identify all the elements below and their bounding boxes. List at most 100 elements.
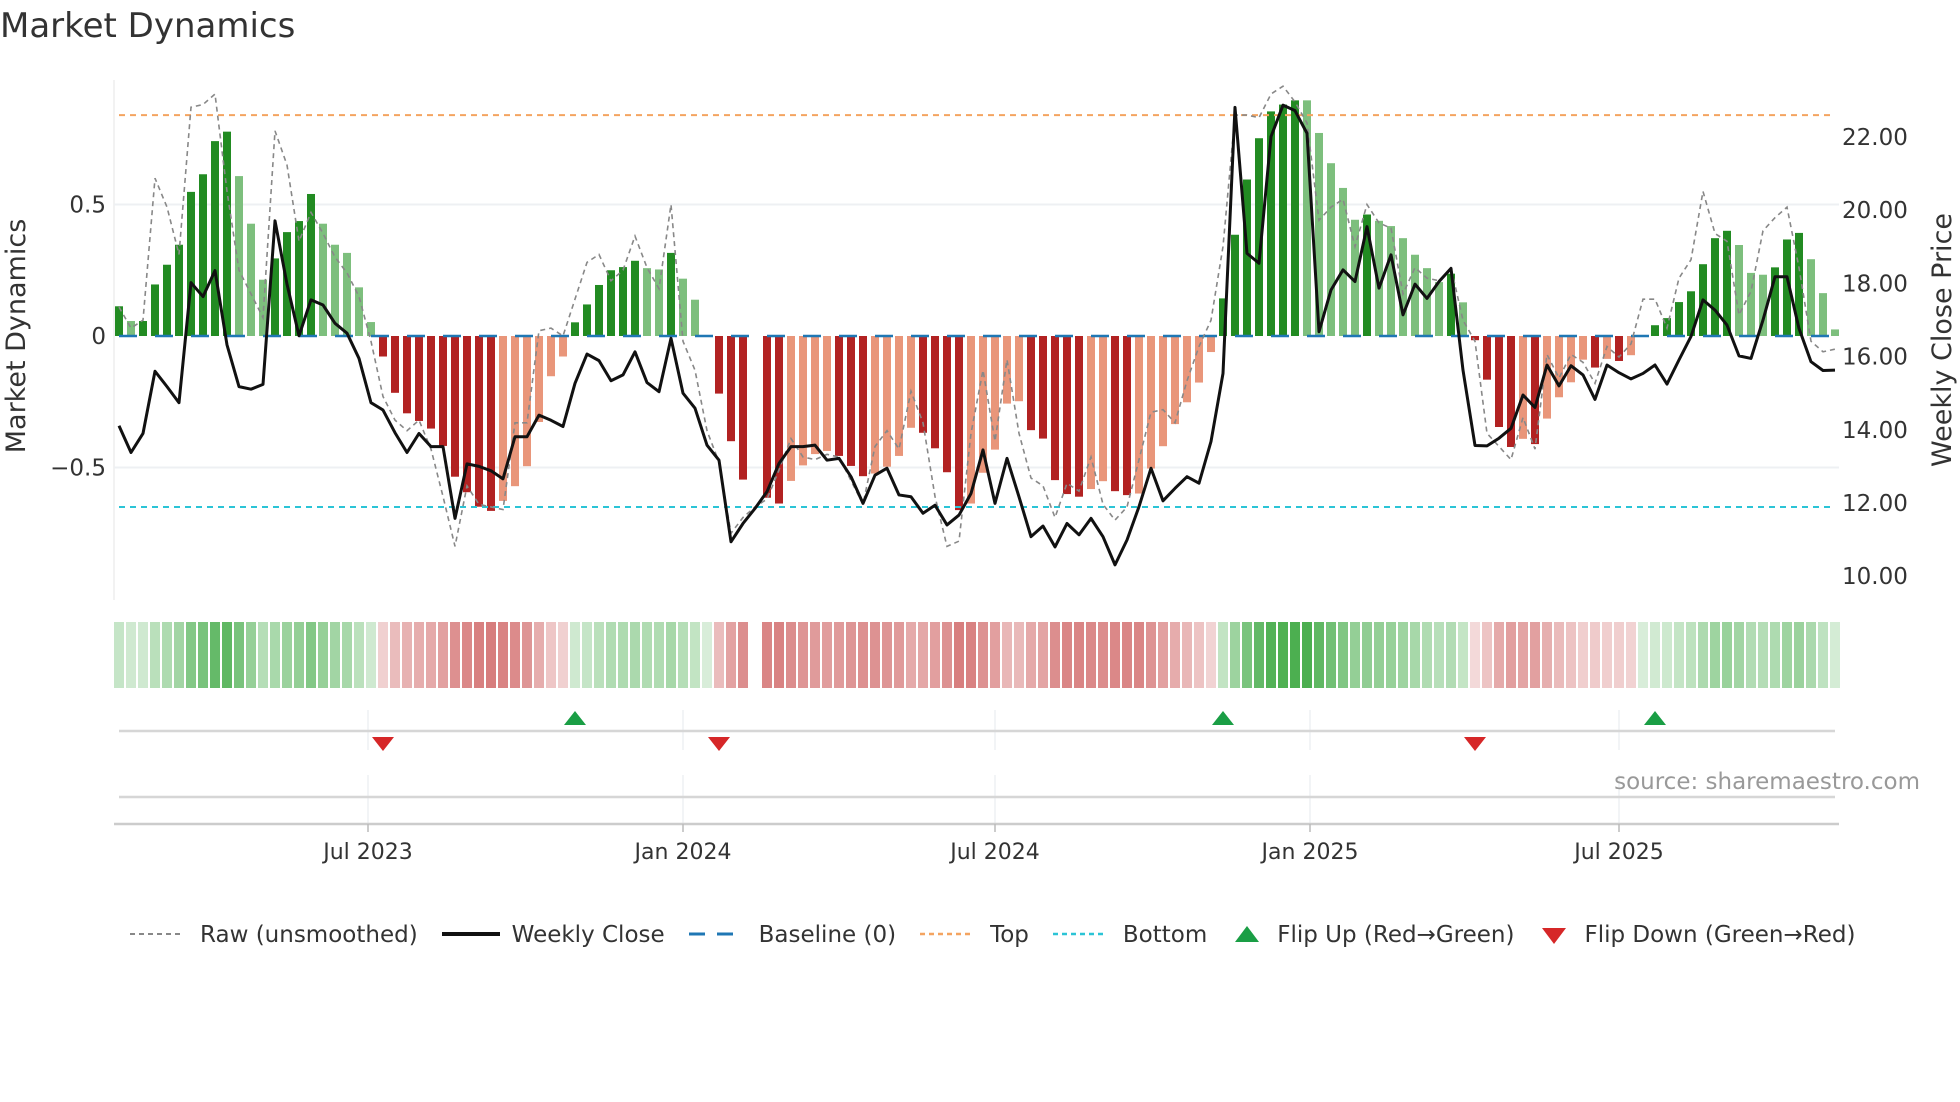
heat-cell	[942, 622, 952, 688]
legend-swatch-bottom-icon	[1052, 932, 1107, 936]
heat-cell	[138, 622, 148, 688]
right-tick-label: 16.00	[1842, 345, 1908, 371]
legend-item-down: Flip Down (Green→Red)	[1536, 922, 1855, 948]
flip-down-marker	[708, 737, 730, 751]
heat-cell	[762, 622, 772, 688]
x-tick-label: Jul 2025	[1572, 840, 1664, 865]
heat-cell	[1086, 622, 1096, 688]
momentum-bar	[823, 336, 831, 451]
heat-cell	[1470, 622, 1480, 688]
heat-cell	[1698, 622, 1708, 688]
heat-cell	[402, 622, 412, 688]
momentum-bar	[691, 299, 699, 336]
momentum-bar	[631, 260, 639, 336]
heat-cell	[198, 622, 208, 688]
legend-label: Top	[990, 922, 1029, 948]
momentum-bar	[643, 268, 651, 336]
heat-cell	[1458, 622, 1468, 688]
right-axis-title: Weekly Close Price	[1927, 213, 1958, 467]
momentum-bar	[319, 223, 327, 336]
heat-cell	[1206, 622, 1216, 688]
flip-up-marker	[564, 711, 586, 725]
momentum-bar	[211, 141, 219, 336]
heat-cell	[390, 622, 400, 688]
raw-line	[118, 85, 1836, 548]
heat-cell	[546, 622, 556, 688]
momentum-bar	[727, 336, 735, 442]
momentum-bar	[919, 336, 927, 433]
heat-cell	[1230, 622, 1240, 688]
heat-cell	[1170, 622, 1180, 688]
heat-cell	[786, 622, 796, 688]
heat-cell	[606, 622, 616, 688]
heat-cell	[642, 622, 652, 688]
momentum-bar	[715, 336, 723, 394]
left-tick-label: 0.5	[69, 193, 106, 219]
momentum-bar	[1327, 163, 1335, 336]
heat-cell	[1254, 622, 1264, 688]
momentum-bar	[1207, 336, 1215, 353]
heat-cell	[258, 622, 268, 688]
momentum-bar	[151, 284, 159, 336]
momentum-bar	[1111, 336, 1119, 492]
heat-cell	[1818, 622, 1828, 688]
heat-cell	[1626, 622, 1636, 688]
legend-label: Flip Up (Red→Green)	[1277, 922, 1515, 948]
momentum-bar	[1831, 329, 1839, 336]
heat-cell	[1566, 622, 1576, 688]
heat-cell	[1554, 622, 1564, 688]
heat-cell	[162, 622, 172, 688]
heat-cell	[486, 622, 496, 688]
momentum-bar	[1123, 336, 1131, 496]
heat-cell	[966, 622, 976, 688]
momentum-bar	[1231, 234, 1239, 336]
legend-item-raw: Raw (unsmoothed)	[128, 922, 418, 948]
momentum-bar	[1579, 336, 1587, 360]
momentum-bar	[139, 321, 147, 336]
heat-cell	[582, 622, 592, 688]
heat-cell	[462, 622, 472, 688]
momentum-bar	[1159, 336, 1167, 447]
momentum-bar	[1387, 226, 1395, 336]
momentum-bar	[163, 264, 171, 336]
legend-item-up: Flip Up (Red→Green)	[1229, 922, 1514, 948]
momentum-bar	[379, 336, 387, 357]
heat-cell	[522, 622, 532, 688]
legend-label: Bottom	[1122, 922, 1208, 948]
heat-cell	[774, 622, 784, 688]
heat-cell	[714, 622, 724, 688]
heat-cell	[1050, 622, 1060, 688]
heat-cell	[654, 622, 664, 688]
heat-cell	[1014, 622, 1024, 688]
momentum-bar	[1471, 336, 1479, 341]
momentum-bar	[199, 174, 207, 336]
heat-cell	[318, 622, 328, 688]
momentum-bar	[1651, 325, 1659, 336]
heat-cell	[798, 622, 808, 688]
heat-cell	[1302, 622, 1312, 688]
heat-cell	[378, 622, 388, 688]
momentum-bar	[427, 336, 435, 429]
heat-cell	[234, 622, 244, 688]
heat-cell	[702, 622, 712, 688]
heat-cell	[846, 622, 856, 688]
heat-cell	[1614, 622, 1624, 688]
heat-cell	[1350, 622, 1360, 688]
flip-up-marker	[1212, 711, 1234, 725]
momentum-bar	[1711, 238, 1719, 336]
legend-label: Raw (unsmoothed)	[200, 922, 418, 948]
heat-cell	[1362, 622, 1372, 688]
heat-cell	[474, 622, 484, 688]
legend-swatch-raw-icon	[130, 933, 184, 935]
momentum-bar	[1099, 336, 1107, 482]
heat-cell	[1002, 622, 1012, 688]
heat-cell	[1062, 622, 1072, 688]
flip-down-marker	[1464, 737, 1486, 751]
heat-cell	[1506, 622, 1516, 688]
momentum-bar	[1195, 336, 1203, 383]
heat-cell	[1578, 622, 1588, 688]
heat-cell	[1314, 622, 1324, 688]
heat-cell	[1038, 622, 1048, 688]
heat-cell	[1794, 622, 1804, 688]
momentum-bar	[1039, 336, 1047, 439]
